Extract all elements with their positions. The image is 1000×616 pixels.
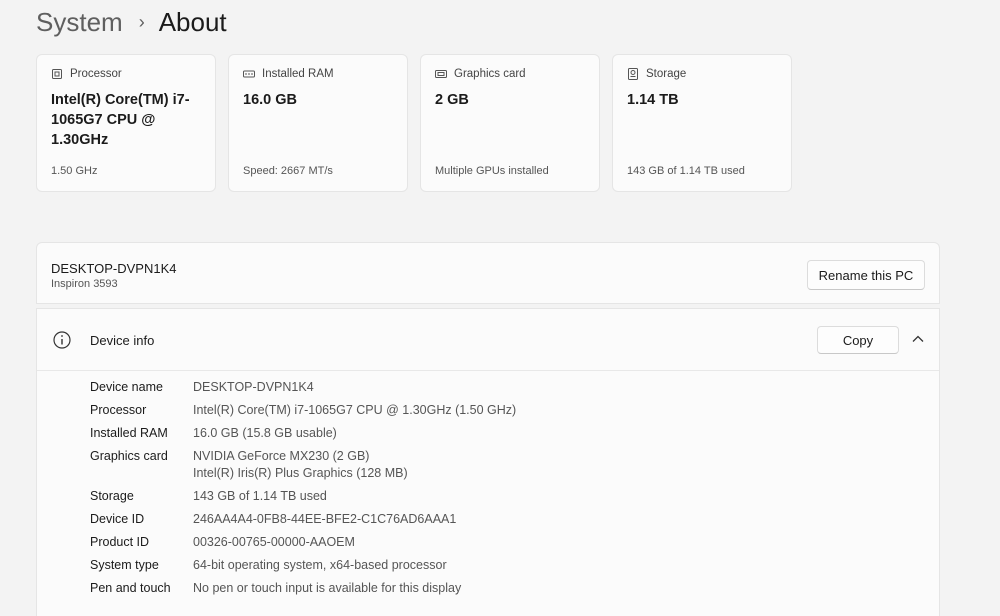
row-value: 16.0 GB (15.8 GB usable)	[193, 426, 337, 440]
device-info-header[interactable]: Device info Copy	[37, 309, 939, 371]
info-row-installed-ram: Installed RAM 16.0 GB (15.8 GB usable)	[90, 425, 516, 442]
row-label: Installed RAM	[90, 426, 168, 440]
info-row-storage: Storage 143 GB of 1.14 TB used	[90, 488, 516, 505]
card-label: Storage	[646, 68, 687, 80]
card-sub: Multiple GPUs installed	[435, 165, 549, 177]
card-label: Processor	[70, 68, 122, 80]
info-row-processor: Processor Intel(R) Core(TM) i7-1065G7 CP…	[90, 402, 516, 419]
chevron-up-icon[interactable]	[911, 333, 925, 345]
pc-model: Inspiron 3593	[51, 278, 118, 290]
copy-button[interactable]: Copy	[817, 326, 899, 354]
breadcrumb-system[interactable]: System	[36, 7, 123, 38]
graphics-card-icon	[435, 70, 447, 78]
device-info-title: Device info	[90, 333, 155, 348]
info-row-system-type: System type 64-bit operating system, x64…	[90, 557, 516, 574]
row-label: Storage	[90, 489, 134, 503]
row-value: NVIDIA GeForce MX230 (2 GB)	[193, 449, 370, 463]
pc-name: DESKTOP-DVPN1K4	[51, 261, 177, 276]
storage-icon	[628, 68, 638, 80]
row-value: 00326-00765-00000-AAOEM	[193, 535, 355, 549]
info-row-device-name: Device name DESKTOP-DVPN1K4	[90, 379, 516, 396]
card-installed-ram: Installed RAM 16.0 GB Speed: 2667 MT/s	[228, 54, 408, 192]
row-value: DESKTOP-DVPN1K4	[193, 380, 314, 394]
card-graphics-card: Graphics card 2 GB Multiple GPUs install…	[420, 54, 600, 192]
device-info-list: Device name DESKTOP-DVPN1K4 Processor In…	[90, 379, 516, 603]
card-sub: Speed: 2667 MT/s	[243, 165, 333, 177]
row-label: Graphics card	[90, 449, 168, 463]
info-row-device-id: Device ID 246AA4A4-0FB8-44EE-BFE2-C1C76A…	[90, 511, 516, 528]
card-value: 1.14 TB	[627, 92, 679, 108]
row-value: 246AA4A4-0FB8-44EE-BFE2-C1C76AD6AAA1	[193, 512, 457, 526]
card-storage: Storage 1.14 TB 143 GB of 1.14 TB used	[612, 54, 792, 192]
row-value-secondary: Intel(R) Iris(R) Plus Graphics (128 MB)	[193, 466, 408, 480]
row-value: 143 GB of 1.14 TB used	[193, 489, 327, 503]
card-processor: Processor Intel(R) Core(TM) i7-1065G7 CP…	[36, 54, 216, 192]
row-label: System type	[90, 558, 159, 572]
row-label: Product ID	[90, 535, 150, 549]
row-value: No pen or touch input is available for t…	[193, 581, 462, 595]
breadcrumb: System › About	[36, 4, 227, 40]
row-label: Device ID	[90, 512, 145, 526]
info-icon	[53, 331, 71, 349]
page-title: About	[158, 6, 227, 37]
card-sub: 143 GB of 1.14 TB used	[627, 165, 745, 177]
breadcrumb-separator-icon: ›	[138, 11, 145, 32]
pc-name-panel: DESKTOP-DVPN1K4 Inspiron 3593 Rename thi…	[36, 242, 940, 304]
card-value: 2 GB	[435, 92, 469, 108]
spec-cards: Processor Intel(R) Core(TM) i7-1065G7 CP…	[36, 54, 792, 192]
card-label: Installed RAM	[262, 68, 334, 80]
card-value: 16.0 GB	[243, 92, 297, 108]
info-row-pen-and-touch: Pen and touch No pen or touch input is a…	[90, 580, 516, 597]
device-info-panel: Device info Copy Device name DESKTOP-DVP…	[36, 308, 940, 616]
info-row-product-id: Product ID 00326-00765-00000-AAOEM	[90, 534, 516, 551]
row-label: Pen and touch	[90, 581, 171, 595]
card-label: Graphics card	[454, 68, 526, 80]
card-sub: 1.50 GHz	[51, 165, 98, 177]
ram-icon	[243, 70, 255, 78]
row-value: 64-bit operating system, x64-based proce…	[193, 558, 447, 572]
row-label: Processor	[90, 403, 147, 417]
row-value: Intel(R) Core(TM) i7-1065G7 CPU @ 1.30GH…	[193, 403, 517, 417]
card-value: Intel(R) Core(TM) i7-1065G7 CPU @ 1.30GH…	[51, 92, 190, 148]
processor-icon	[52, 69, 62, 79]
info-row-graphics-card: Graphics card NVIDIA GeForce MX230 (2 GB…	[90, 448, 516, 482]
rename-pc-button[interactable]: Rename this PC	[807, 260, 925, 290]
row-label: Device name	[90, 380, 163, 394]
